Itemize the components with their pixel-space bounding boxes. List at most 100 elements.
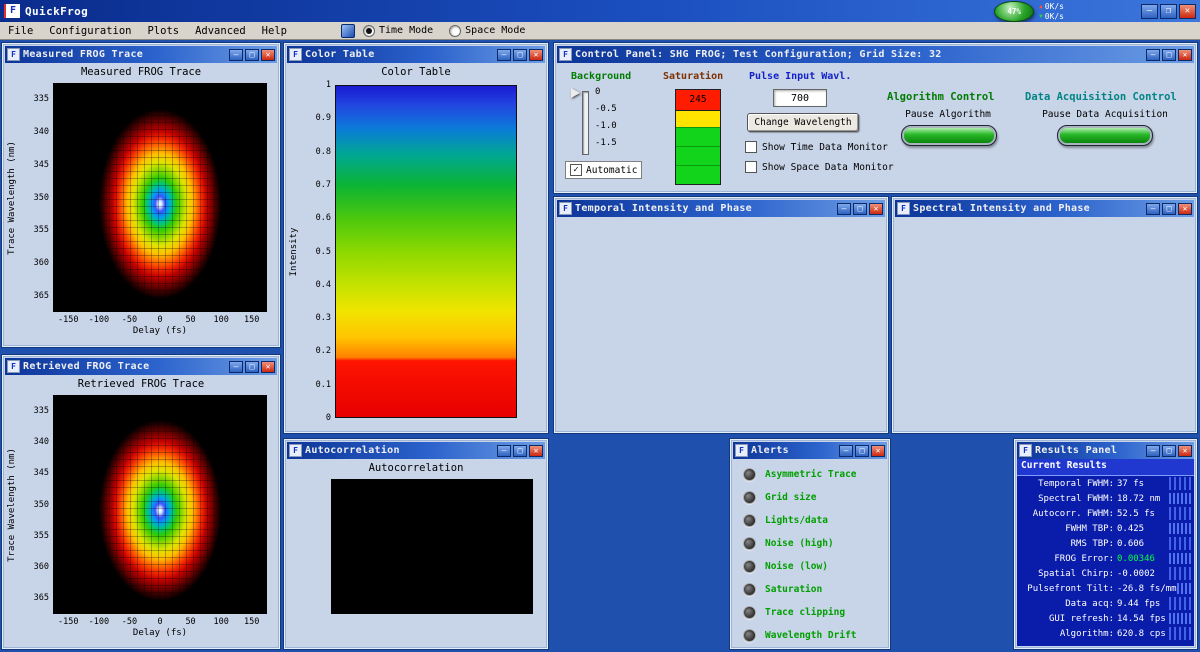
alerts-list: Asymmetric Trace Grid size Lights/data N… [733,459,887,646]
maximize-button[interactable]: □ [855,445,869,457]
menu-help[interactable]: Help [254,25,295,37]
alert-item-saturation[interactable]: Saturation [733,578,887,601]
alert-item-noise-high[interactable]: Noise (high) [733,532,887,555]
pulse-input-wavelength-label: Pulse Input Wavl. [749,71,851,82]
alert-item-wavelength-drift[interactable]: Wavelength Drift [733,624,887,647]
window-controls: – □ ✕ [229,49,275,61]
y-axis-label: Intensity [289,227,299,276]
minimize-button[interactable]: – [497,49,511,61]
minimize-button[interactable]: – [229,49,243,61]
checkbox-icon [745,161,757,173]
window-title: Results Panel [1035,445,1117,456]
y-axis-label: Trace Wavelength (nm) [7,141,17,255]
window-controls: – □ ✕ [837,203,883,215]
window-title: Autocorrelation [305,445,400,456]
alert-item-grid-size[interactable]: Grid size [733,486,887,509]
titlebar[interactable]: Alerts – □ ✕ [733,442,887,459]
window-icon [559,202,572,215]
show-time-data-monitor-checkbox[interactable]: Show Time Data Monitor [745,141,888,153]
change-wavelength-button[interactable]: Change Wavelength [747,113,859,132]
main-titlebar[interactable]: F QuickFrog 47% ▲0K/s ▼0K/s — ❐ ✕ [0,0,1200,22]
close-button[interactable]: ✕ [869,203,883,215]
titlebar[interactable]: Retrieved FROG Trace – □ ✕ [5,358,277,375]
result-row-rms-tbp: RMS TBP: 0.606 [1017,536,1194,551]
x-tick-label: 0 [157,315,162,325]
close-button[interactable]: ✕ [529,445,543,457]
maximize-button[interactable]: □ [513,445,527,457]
alert-item-noise-low[interactable]: Noise (low) [733,555,887,578]
maximize-button[interactable]: □ [513,49,527,61]
window-icon [735,444,748,457]
titlebar[interactable]: Spectral Intensity and Phase – □ ✕ [895,200,1194,217]
maximize-button[interactable]: □ [245,361,259,373]
background-slider-handle[interactable] [571,88,580,98]
slider-tick-label: -1.0 [595,121,617,131]
plot-title: Retrieved FROG Trace [5,378,277,390]
saturation-green-segment [676,146,720,165]
alert-item-trace-clipping[interactable]: Trace clipping [733,601,887,624]
retrieved-frog-trace-plot: Retrieved FROG Trace-150-100-50050100150… [5,375,277,646]
window-icon [1019,444,1032,457]
maximize-button[interactable]: □ [853,203,867,215]
titlebar[interactable]: Control Panel: SHG FROG; Test Configurat… [557,46,1194,63]
minimize-button[interactable]: — [1141,4,1158,19]
titlebar[interactable]: Results Panel – □ ✕ [1017,442,1194,459]
background-slider[interactable] [582,91,589,155]
alert-item-lights-data[interactable]: Lights/data [733,509,887,532]
time-mode-radio[interactable]: Time Mode [363,25,433,37]
x-axis-label: Delay (fs) [53,628,267,638]
titlebar[interactable]: Color Table – □ ✕ [287,46,545,63]
minimize-button[interactable]: – [1146,445,1160,457]
results-sparkline [1169,523,1191,534]
app-title: QuickFrog [25,5,88,18]
pause-data-acquisition-button[interactable] [1057,125,1153,146]
led-indicator-icon [743,583,756,596]
minimize-button[interactable]: – [1146,49,1160,61]
maximize-button[interactable]: □ [1162,203,1176,215]
close-button[interactable]: ✕ [1179,4,1196,19]
show-space-data-monitor-checkbox[interactable]: Show Space Data Monitor [745,161,894,173]
close-button[interactable]: ✕ [529,49,543,61]
titlebar[interactable]: Measured FROG Trace – □ ✕ [5,46,277,63]
y-tick-label: 1 [297,80,331,90]
space-mode-radio[interactable]: Space Mode [449,25,525,37]
mode-toolbar-icon [341,24,355,38]
y-tick-label: 0.3 [297,313,331,323]
close-button[interactable]: ✕ [261,49,275,61]
window-icon [289,48,302,61]
results-sparkline [1169,627,1191,640]
close-button[interactable]: ✕ [261,361,275,373]
y-tick-label: 340 [15,127,49,137]
x-tick-label: -150 [58,315,78,325]
menu-advanced[interactable]: Advanced [187,25,254,37]
y-tick-label: 350 [15,193,49,203]
maximize-button[interactable]: □ [1162,49,1176,61]
led-indicator-icon [743,537,756,550]
data-acquisition-control-label: Data Acquisition Control [1025,91,1177,103]
maximize-button[interactable]: □ [245,49,259,61]
titlebar[interactable]: Temporal Intensity and Phase – □ ✕ [557,200,885,217]
alert-item-asymmetric-trace[interactable]: Asymmetric Trace [733,463,887,486]
temporal-intensity-phase-plot [557,217,885,430]
close-button[interactable]: ✕ [1178,445,1192,457]
minimize-button[interactable]: – [1146,203,1160,215]
wavelength-input[interactable] [773,89,827,107]
maximize-button[interactable]: ❐ [1160,4,1177,19]
minimize-button[interactable]: – [837,203,851,215]
menu-file[interactable]: File [0,25,41,37]
minimize-button[interactable]: – [839,445,853,457]
close-button[interactable]: ✕ [1178,203,1192,215]
menu-configuration[interactable]: Configuration [41,25,139,37]
close-button[interactable]: ✕ [1178,49,1192,61]
maximize-button[interactable]: □ [1162,445,1176,457]
menu-plots[interactable]: Plots [139,25,187,37]
result-row-gui-refresh: GUI refresh: 14.54 fps [1017,611,1194,626]
saturation-green-segment [676,127,720,146]
results-content: Current Results Temporal FWHM: 37 fs Spe… [1017,459,1194,646]
automatic-checkbox[interactable]: ✓ Automatic [565,161,642,179]
pause-algorithm-button[interactable] [901,125,997,146]
minimize-button[interactable]: – [497,445,511,457]
minimize-button[interactable]: – [229,361,243,373]
titlebar[interactable]: Autocorrelation – □ ✕ [287,442,545,459]
close-button[interactable]: ✕ [871,445,885,457]
